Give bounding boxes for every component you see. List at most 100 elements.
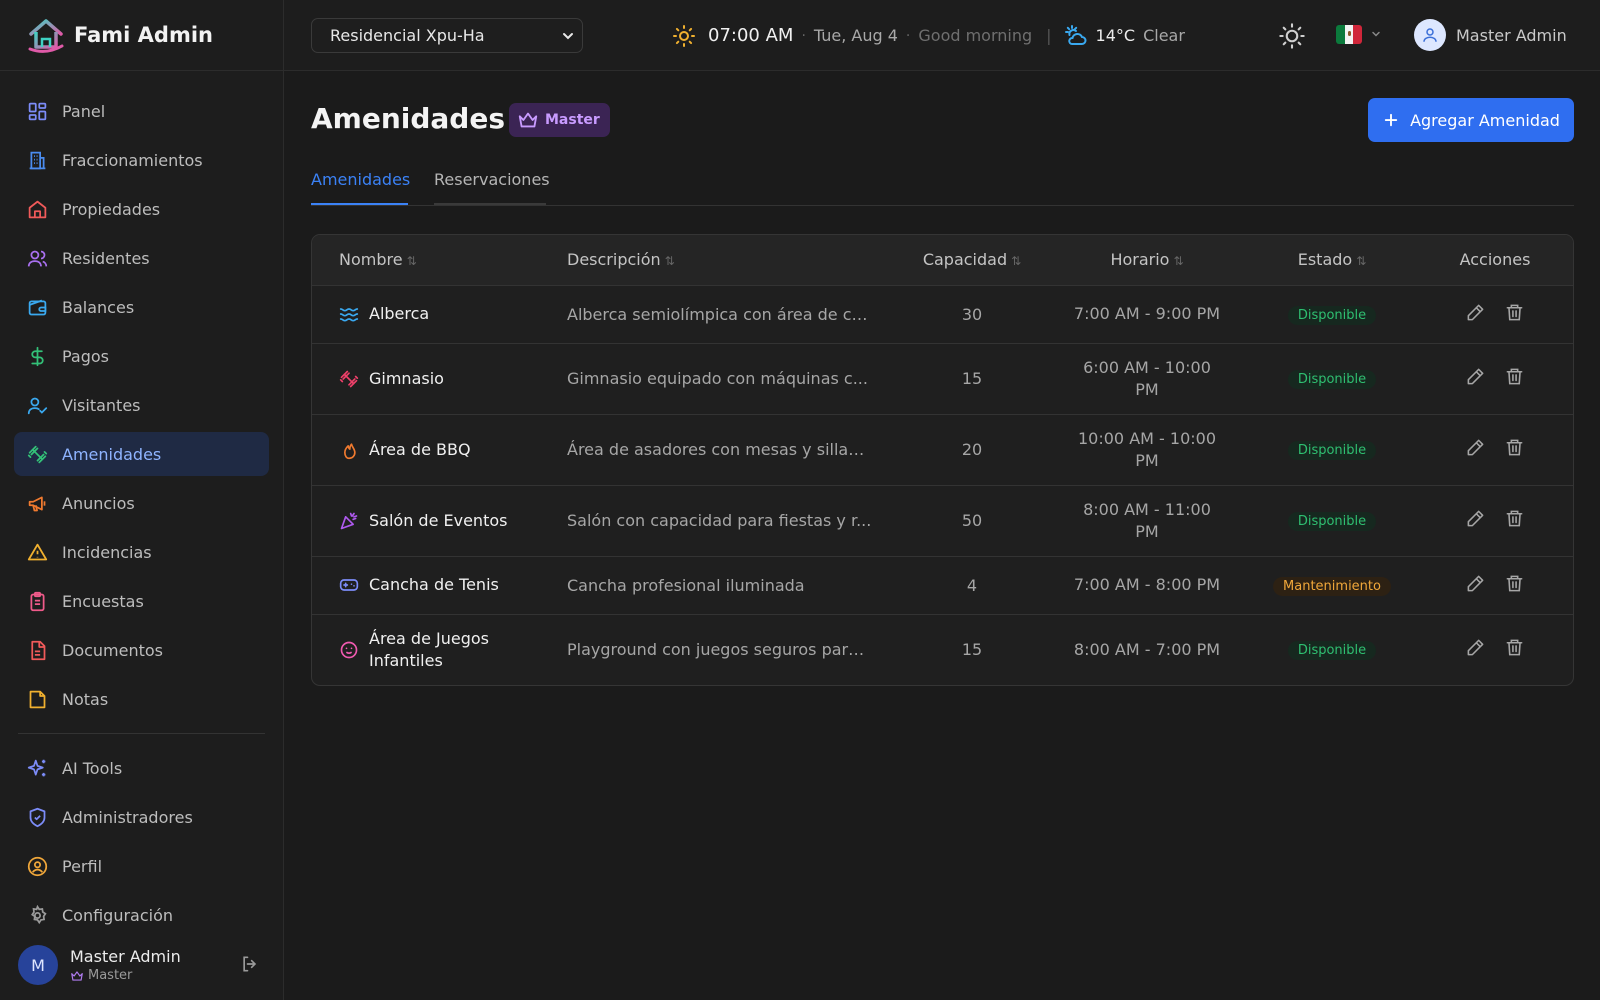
- amenity-hours: 8:00 AM - 11:00 PM: [1083, 499, 1211, 541]
- sidebar-item-label: Visitantes: [62, 395, 141, 415]
- sidebar-item-perfil[interactable]: Perfil: [14, 844, 269, 888]
- edit-icon[interactable]: [1466, 509, 1485, 528]
- brand[interactable]: Fami Admin: [0, 0, 283, 71]
- sidebar-item-label: Propiedades: [62, 199, 161, 219]
- sidebar-item-panel[interactable]: Panel: [14, 89, 269, 133]
- amenities-table: Nombre ⇅ Descripción ⇅ Capacidad ⇅ Horario ⇅…: [311, 234, 1574, 686]
- file-text-icon: [26, 639, 48, 661]
- sidebar-item-notas[interactable]: Notas: [14, 677, 269, 721]
- amenity-name: Gimnasio: [369, 368, 444, 388]
- sidebar-item-documentos[interactable]: Documentos: [14, 628, 269, 672]
- sort-icon: ⇅: [664, 254, 675, 269]
- separator-dot: ·: [801, 27, 806, 44]
- amenity-name: Alberca: [369, 304, 430, 323]
- trash-icon[interactable]: [1505, 303, 1524, 322]
- top-user-name: Master Admin: [1456, 25, 1567, 45]
- amenity-hours: 6:00 AM - 10:00 PM: [1083, 357, 1211, 399]
- amenity-capacity: 50: [961, 511, 983, 530]
- sidebar-item-ai-tools[interactable]: AI Tools: [14, 746, 269, 790]
- edit-icon[interactable]: [1466, 367, 1485, 386]
- table-row: Área de BBQ Área de asadores con mesas y…: [312, 414, 1573, 485]
- sidebar-item-administradores[interactable]: Administradores: [14, 795, 269, 839]
- crown-icon: [518, 112, 538, 128]
- crown-icon: [71, 970, 83, 981]
- greeting: Good morning: [918, 26, 1033, 45]
- gamepad-icon: [339, 579, 359, 591]
- amenity-description: Alberca semiolímpica con área de ch...: [567, 304, 872, 324]
- user-role: Master: [70, 968, 181, 983]
- edit-icon[interactable]: [1466, 303, 1485, 322]
- grid-icon: [26, 100, 48, 122]
- amenity-description: Gimnasio equipado con máquinas c...: [567, 369, 868, 388]
- sidebar-item-encuestas[interactable]: Encuestas: [14, 579, 269, 623]
- sidebar-item-incidencias[interactable]: Incidencias: [14, 530, 269, 574]
- table-header-row: Nombre ⇅ Descripción ⇅ Capacidad ⇅ Horario ⇅…: [312, 235, 1573, 285]
- wallet-icon: [26, 296, 48, 318]
- user-avatar-icon: [1414, 19, 1446, 51]
- top-user-menu[interactable]: Master Admin: [1414, 19, 1567, 51]
- column-header-nombre[interactable]: Nombre ⇅: [312, 235, 567, 285]
- table-row: Salón de Eventos Salón con capacidad par…: [312, 485, 1573, 556]
- separator-pipe: |: [1046, 26, 1052, 45]
- separator-dot: ·: [905, 27, 911, 44]
- logout-icon[interactable]: [240, 954, 260, 974]
- sidebar-item-fraccionamientos[interactable]: Fraccionamientos: [14, 138, 269, 182]
- gear-icon: [26, 904, 48, 926]
- amenity-description: Playground con juegos seguros para...: [567, 640, 872, 660]
- amenity-description: Área de asadores con mesas y sillas ...: [567, 440, 872, 459]
- edit-icon[interactable]: [1466, 438, 1485, 457]
- amenity-capacity: 4: [966, 575, 978, 595]
- tabs-divider: [311, 205, 1574, 206]
- tab-reservaciones[interactable]: Reservaciones: [434, 170, 550, 205]
- column-header-estado[interactable]: Estado ⇅: [1247, 235, 1417, 285]
- users-icon: [26, 247, 48, 269]
- amenity-hours: 8:00 AM - 7:00 PM: [1073, 639, 1221, 659]
- sidebar-item-label: Anuncios: [62, 493, 135, 513]
- sidebar-item-pagos[interactable]: Pagos: [14, 334, 269, 378]
- role-badge: Master: [509, 103, 610, 137]
- trash-icon[interactable]: [1505, 438, 1524, 457]
- sidebar: Fami Admin Panel Fraccionamientos Propie…: [0, 0, 284, 1000]
- edit-icon[interactable]: [1466, 638, 1485, 657]
- sort-icon: ⇅: [1011, 254, 1022, 269]
- sidebar-item-residentes[interactable]: Residentes: [14, 236, 269, 280]
- column-header-descripcion[interactable]: Descripción ⇅: [567, 235, 897, 285]
- sidebar-item-anuncios[interactable]: Anuncios: [14, 481, 269, 525]
- add-amenity-button[interactable]: Agregar Amenidad: [1368, 98, 1574, 142]
- amenity-hours: 7:00 AM - 8:00 PM: [1073, 575, 1221, 594]
- tab-amenidades[interactable]: Amenidades: [311, 170, 410, 205]
- sidebar-item-visitantes[interactable]: Visitantes: [14, 383, 269, 427]
- trash-icon[interactable]: [1505, 367, 1524, 386]
- role-badge-label: Master: [545, 112, 600, 128]
- amenity-capacity: 30: [961, 304, 983, 324]
- alert-triangle-icon: [26, 541, 48, 563]
- column-header-capacidad[interactable]: Capacidad ⇅: [897, 235, 1047, 285]
- trash-icon[interactable]: [1505, 638, 1524, 657]
- add-amenity-label: Agregar Amenidad: [1410, 110, 1560, 130]
- chevron-down-icon[interactable]: [1370, 28, 1382, 40]
- community-select[interactable]: Residencial Xpu-Ha: [311, 18, 583, 53]
- column-header-horario[interactable]: Horario ⇅: [1047, 235, 1247, 285]
- edit-icon[interactable]: [1466, 574, 1485, 593]
- status-badge: Disponible: [1287, 370, 1377, 389]
- sidebar-item-amenidades[interactable]: Amenidades: [14, 432, 269, 476]
- sidebar-item-label: Encuestas: [62, 591, 144, 611]
- user-circle-icon: [26, 855, 48, 877]
- sidebar-item-label: Administradores: [62, 807, 193, 827]
- sidebar-item-label: Fraccionamientos: [62, 150, 203, 170]
- baby-icon: [340, 641, 358, 659]
- sidebar-item-label: Configuración: [62, 905, 174, 925]
- amenity-hours: 7:00 AM - 9:00 PM: [1073, 304, 1221, 323]
- sidebar-item-balances[interactable]: Balances: [14, 285, 269, 329]
- sidebar-item-label: Documentos: [62, 640, 164, 660]
- mexico-flag-icon[interactable]: [1336, 25, 1362, 44]
- status-badge: Disponible: [1287, 441, 1377, 460]
- trash-icon[interactable]: [1505, 574, 1524, 593]
- theme-toggle-icon[interactable]: [1278, 22, 1306, 50]
- sidebar-item-propiedades[interactable]: Propiedades: [14, 187, 269, 231]
- avatar[interactable]: M: [18, 945, 58, 985]
- weather-condition: Clear: [1143, 26, 1185, 45]
- trash-icon[interactable]: [1505, 509, 1524, 528]
- temperature: 14°C: [1095, 26, 1136, 45]
- megaphone-icon: [26, 492, 48, 514]
